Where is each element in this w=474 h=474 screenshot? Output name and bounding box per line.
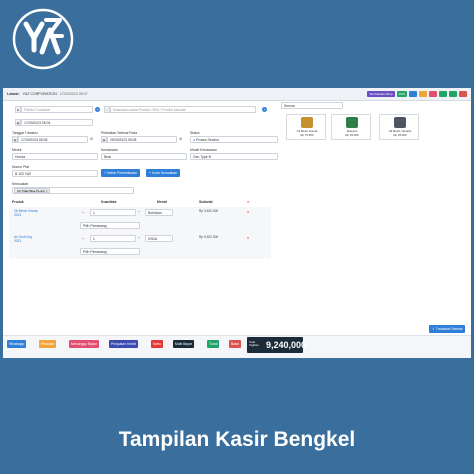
tunai-button[interactable]: Tunai [207,340,220,348]
multi-bayar-button[interactable]: Multi Bayar [173,340,194,348]
row2-qty[interactable]: 1 [90,235,136,242]
pesanan-button[interactable]: Pesanan [39,340,57,348]
nomor-plat-label: Nomor Plat [12,165,29,169]
delete-row-icon[interactable]: × [247,235,249,240]
pos-window: Lokasi: YAZ CORPORATION 17/03/2023 05:07… [3,88,471,358]
datetime: 17/03/2023 05:07 [59,92,88,96]
product-price: Rp 45.000 [393,133,407,137]
delete-all-icon[interactable]: × [247,199,249,204]
settings-icon[interactable]: ⚙ [179,137,182,141]
product-card[interactable]: Aksesori Rp 25.000 [331,114,371,140]
comment-icon[interactable] [429,91,437,97]
status-select[interactable]: ● Proses Service [190,136,278,143]
product-card[interactable]: Oli Mesin Yamaha Rp 45.000 [379,114,419,140]
lokasi-value: YAZ CORPORATION [22,92,57,96]
row2-mechanic[interactable]: Pilih Pemasang [80,248,140,255]
row1-mechanic[interactable]: Pilih Pemasang [80,222,140,229]
kode-kerusakan-button[interactable]: + Kode Kerusakan [146,169,181,177]
col-subtotal: Subtotal [199,200,213,204]
user-icon[interactable] [409,91,417,97]
batal-button[interactable]: Batal [229,340,241,348]
customer-select[interactable]: Pilih/Isi Customer [21,106,93,113]
power-icon[interactable] [459,91,467,97]
col-kuantitas: Kuantitas [101,200,117,204]
row1-sku: 3023 [14,213,22,217]
kendaraan-label: Kendaraan [101,148,118,152]
category-filter[interactable]: Semua [281,102,343,109]
merek-select[interactable]: Honda [12,153,98,160]
row1-subtotal: Rp 3.520.000 [199,209,219,213]
pos-button[interactable]: POS [396,91,407,97]
settings-icon[interactable]: ⚙ [90,137,93,141]
model-label: Model Kendaraan [190,148,217,152]
table-row [9,207,271,233]
delete-row-icon[interactable]: × [247,209,249,214]
status-label: Status [190,131,200,135]
total-label: Total Tagihan [249,340,259,348]
plus-icon[interactable]: + [138,210,140,214]
minus-icon[interactable]: − [82,236,84,241]
total-value: 9,240,000 [266,340,307,350]
row2-subtotal: Rp 5.320.000 [199,235,219,239]
table-row [9,233,271,259]
plus-icon[interactable]: + [138,236,140,240]
product-card[interactable]: Oli Mesin Honda Rp 75.000 [286,114,326,140]
product-panel: Semua Oli Mesin Honda Rp 75.000 Aksesori… [281,102,471,342]
model-select[interactable]: Gen Type B [190,153,278,160]
yaz-monogram-logo [12,8,74,70]
kendaraan-select[interactable]: Beat [101,153,187,160]
menunggu-bayar-button[interactable]: Menunggu Bayar [69,340,99,348]
perbaikan-label: Perbaikan Selesai Pada [101,131,138,135]
product-search-input[interactable]: Masukkan nama Produk / SKU / Produk barc… [110,106,256,113]
tanggal-transaksi-label: Tanggal Transksi [12,131,38,135]
flag-icon[interactable] [419,91,427,97]
kerusakan-label: Kerusakan [12,182,29,186]
lokasi-label: Lokasi: [7,92,20,96]
col-mentri: Mentri [157,200,168,204]
expand-icon[interactable] [449,91,457,97]
payment-bar: Whatsapp Pesanan Menunggu Bayar Penjuala… [3,335,471,358]
row1-unit[interactable]: Botol/pcs [145,209,173,216]
date-top-field[interactable]: 17/03/2023 05:04 [21,119,93,126]
whatsapp-button[interactable]: Whatsapp [7,340,27,348]
nomor-plat-field[interactable]: B 102 YAZ [12,170,98,177]
product-price: Rp 25.000 [345,133,359,137]
add-customer-icon[interactable]: + [95,107,100,112]
product-price: Rp 75.000 [300,133,314,137]
row2-unit[interactable]: KSDA [145,235,173,242]
transaksi-selesai-button[interactable]: ✓ Transaksi Selesai [429,325,466,333]
transaction-form: ☻ Pilih/Isi Customer + ⌕ Masukkan nama P… [6,102,278,342]
caption-title: Tampilan Kasir Bengkel [118,428,356,451]
row1-qty[interactable]: 1 [90,209,136,216]
add-product-icon[interactable]: + [262,107,267,112]
tanggal-transaksi-field[interactable]: 17/03/2023 05:08 [18,136,88,143]
merek-label: Merek [12,148,22,152]
kerusakan-chip[interactable]: Oli Tidak Bisa Penuh × [14,188,51,193]
daftar-pemeriksaan-button[interactable]: + Daftar Pemeriksaan [101,169,140,177]
minus-icon[interactable]: − [82,210,84,215]
row2-sku: 3023 [14,239,22,243]
product-image [301,117,313,128]
kartu-button[interactable]: Kartu [151,340,164,348]
top-bar: Lokasi: YAZ CORPORATION 17/03/2023 05:07… [3,88,471,101]
col-produk: Produk [12,200,24,204]
product-image [346,117,358,128]
calculator-icon[interactable] [439,91,447,97]
penjualan-kredit-button[interactable]: Penjualan Kredit [109,340,138,348]
perbaikan-field[interactable]: 25/03/2023 05:08 [107,136,177,143]
product-image [394,117,406,128]
total-tagihan: Total Tagihan 9,240,000 [247,337,307,353]
tambah-shop-button[interactable]: Tambahkan Shop [367,91,395,97]
